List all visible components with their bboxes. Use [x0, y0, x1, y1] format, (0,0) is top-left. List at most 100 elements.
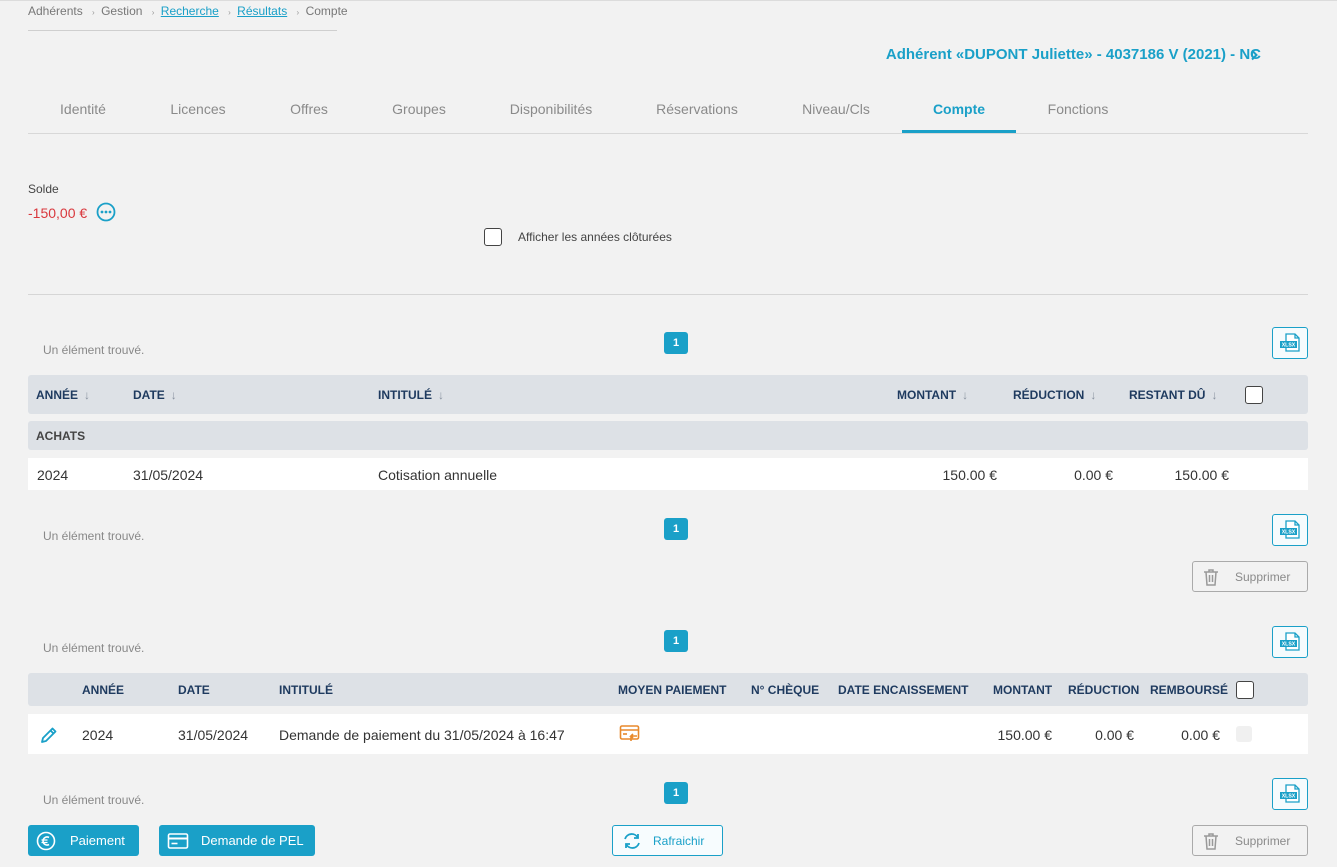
- group-label: ACHATS: [36, 429, 86, 443]
- delete-label: Supprimer: [1235, 833, 1291, 848]
- table-row[interactable]: 2024 31/05/2024 Cotisation annuelle 150.…: [28, 458, 1308, 490]
- sort-arrow-icon[interactable]: ↓: [1090, 388, 1096, 402]
- pel-label: Demande de PEL: [201, 833, 304, 848]
- export-xlsx-button[interactable]: XLSX: [1272, 327, 1308, 359]
- cell-montant: 150.00 €: [942, 467, 998, 483]
- column-header-annee[interactable]: ANNÉE: [82, 683, 124, 697]
- delete-payments-button[interactable]: Supprimer: [1192, 825, 1308, 856]
- pel-request-button[interactable]: Demande de PEL: [159, 825, 315, 856]
- export-xlsx-button[interactable]: XLSX: [1272, 626, 1308, 658]
- cell-restant-du: 150.00 €: [1174, 467, 1230, 483]
- closed-years-label: Afficher les années clôturées: [518, 230, 672, 244]
- column-header-intitule[interactable]: INTITULÉ: [279, 683, 333, 697]
- trash-icon: [1204, 832, 1218, 850]
- column-header-moyen-paiement[interactable]: MOYEN PAIEMENT: [618, 683, 726, 697]
- row-checkbox-disabled: [1236, 726, 1252, 742]
- breadcrumb-compte: Compte: [305, 4, 348, 18]
- breadcrumb-adherents: Adhérents: [28, 4, 83, 18]
- pagination-page[interactable]: 1: [664, 332, 688, 354]
- closed-years-checkbox[interactable]: [484, 228, 502, 246]
- tab-groupes[interactable]: Groupes: [382, 92, 456, 133]
- table-row[interactable]: 2024 31/05/2024 Demande de paiement du 3…: [28, 714, 1308, 754]
- pagination-page[interactable]: 1: [664, 630, 688, 652]
- payment-label: Paiement: [70, 833, 125, 848]
- breadcrumb-resultats-link[interactable]: Résultats: [237, 4, 287, 18]
- cell-reduction: 0.00 €: [1095, 727, 1134, 743]
- section-divider: [28, 294, 1308, 295]
- xlsx-icon: XLSX: [1280, 520, 1300, 539]
- results-count: Un élément trouvé.: [43, 793, 145, 807]
- column-header-reduction[interactable]: RÉDUCTION: [1068, 683, 1139, 697]
- export-xlsx-button[interactable]: XLSX: [1272, 778, 1308, 810]
- column-header-reduction[interactable]: RÉDUCTION ↓: [1013, 388, 1096, 402]
- cell-annee: 2024: [37, 467, 69, 483]
- sort-arrow-icon[interactable]: ↓: [1211, 388, 1217, 402]
- column-header-date-encaissement[interactable]: DATE ENCAISSEMENT: [838, 683, 968, 697]
- sort-arrow-icon[interactable]: ↓: [962, 388, 968, 402]
- cell-annee: 2024: [82, 727, 114, 743]
- cell-reduction: 0.00 €: [1074, 467, 1113, 483]
- delete-label: Supprimer: [1235, 569, 1291, 584]
- column-header-montant[interactable]: MONTANT: [993, 683, 1052, 697]
- column-header-numero-cheque[interactable]: N° CHÈQUE: [751, 683, 819, 697]
- tab-reservations[interactable]: Réservations: [646, 92, 748, 133]
- column-header-intitule[interactable]: INTITULÉ ↓: [378, 388, 444, 402]
- member-title[interactable]: Adhérent «DUPONT Juliette» - 4037186 V (…: [886, 46, 1261, 63]
- sort-arrow-icon[interactable]: ↓: [84, 388, 90, 402]
- refresh-button[interactable]: Rafraichir: [612, 825, 723, 856]
- breadcrumb-separator-icon: ›: [296, 8, 300, 17]
- tab-licences[interactable]: Licences: [158, 92, 238, 133]
- cell-date: 31/05/2024: [178, 727, 249, 743]
- cell-intitule: Cotisation annuelle: [378, 467, 498, 483]
- xlsx-icon: XLSX: [1280, 333, 1300, 352]
- payment-button[interactable]: Paiement: [28, 825, 139, 856]
- tab-offres[interactable]: Offres: [278, 92, 340, 133]
- column-header-date[interactable]: DATE: [178, 683, 210, 697]
- edit-pencil-icon[interactable]: [39, 725, 59, 745]
- svg-text:XLSX: XLSX: [1282, 642, 1296, 648]
- column-header-restant-du[interactable]: RESTANT DÛ ↓: [1129, 388, 1217, 402]
- breadcrumb-recherche-link[interactable]: Recherche: [161, 4, 219, 18]
- results-count: Un élément trouvé.: [43, 529, 145, 543]
- column-header-montant[interactable]: MONTANT ↓: [897, 388, 968, 402]
- xlsx-icon: XLSX: [1280, 632, 1300, 651]
- pagination-page[interactable]: 1: [664, 782, 688, 804]
- svg-text:XLSX: XLSX: [1282, 794, 1296, 800]
- refresh-icon: [624, 832, 640, 849]
- breadcrumb: Adhérents › Gestion › Recherche › Résult…: [28, 4, 348, 31]
- solde-label: Solde: [28, 182, 59, 196]
- pagination-page[interactable]: 1: [664, 518, 688, 540]
- breadcrumb-separator-icon: ›: [92, 8, 95, 17]
- refresh-label: Rafraichir: [653, 833, 705, 848]
- payments-table-header: ANNÉE DATE INTITULÉ MOYEN PAIEMENT N° CH…: [28, 673, 1308, 706]
- top-border: [0, 0, 1337, 1]
- trash-icon: [1204, 568, 1218, 586]
- results-count: Un élément trouvé.: [43, 343, 145, 357]
- group-row-achats: ACHATS: [28, 421, 1308, 450]
- tab-identite[interactable]: Identité: [46, 92, 120, 133]
- cell-rembourse: 0.00 €: [1181, 727, 1220, 743]
- column-header-rembourse[interactable]: REMBOURSÉ: [1150, 683, 1228, 697]
- column-header-date[interactable]: DATE ↓: [133, 388, 177, 402]
- column-header-annee[interactable]: ANNÉE ↓: [36, 388, 90, 402]
- select-all-checkbox[interactable]: [1245, 386, 1263, 404]
- select-all-checkbox[interactable]: [1236, 681, 1254, 699]
- tab-niveau-cls[interactable]: Niveau/Cls: [792, 92, 880, 133]
- delete-purchases-button[interactable]: Supprimer: [1192, 561, 1308, 592]
- breadcrumb-separator-icon: ›: [151, 8, 155, 17]
- export-xlsx-button[interactable]: XLSX: [1272, 514, 1308, 546]
- more-options-icon[interactable]: [96, 202, 116, 222]
- euro-icon: [36, 831, 56, 850]
- tab-fonctions[interactable]: Fonctions: [1038, 92, 1118, 133]
- svg-text:XLSX: XLSX: [1282, 530, 1296, 536]
- credit-card-icon: [167, 832, 189, 849]
- sort-arrow-icon[interactable]: ↓: [438, 388, 444, 402]
- tab-compte[interactable]: Compte: [902, 92, 1016, 133]
- tab-bar: Identité Licences Offres Groupes Disponi…: [28, 92, 1308, 134]
- chevron-right-icon[interactable]: [1248, 49, 1260, 61]
- cell-intitule: Demande de paiement du 31/05/2024 à 16:4…: [279, 727, 565, 743]
- tab-disponibilites[interactable]: Disponibilités: [498, 92, 604, 133]
- sort-arrow-icon[interactable]: ↓: [171, 388, 177, 402]
- svg-text:XLSX: XLSX: [1282, 343, 1296, 349]
- purchases-table-header: ANNÉE ↓ DATE ↓ INTITULÉ ↓ MONTANT ↓ RÉDUCTIO…: [28, 375, 1308, 414]
